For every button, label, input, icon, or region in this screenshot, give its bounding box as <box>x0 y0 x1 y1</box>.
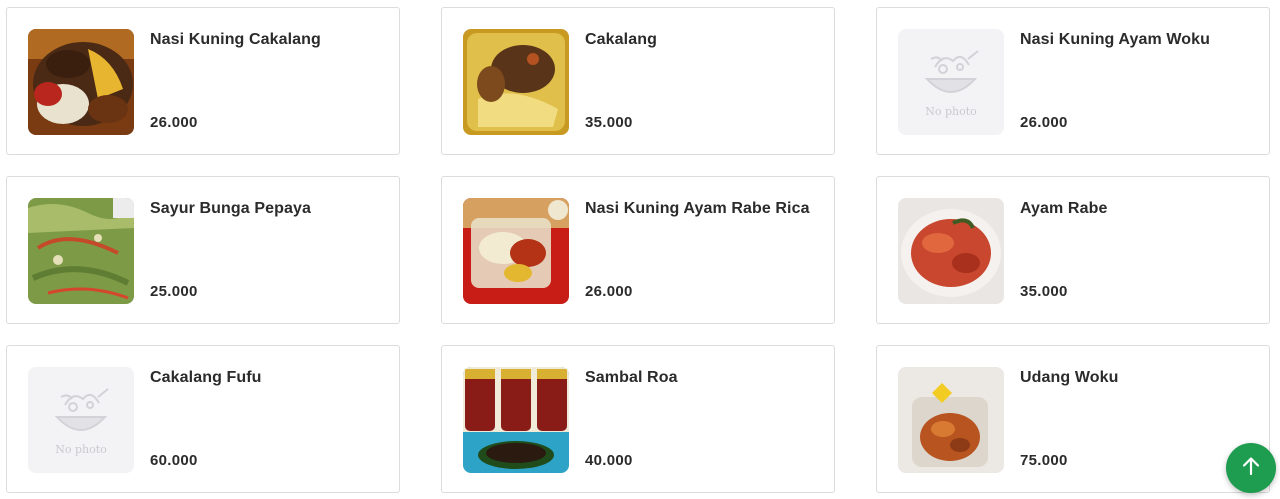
no-photo-placeholder: No photo <box>28 367 134 473</box>
product-name: Nasi Kuning Ayam Rabe Rica <box>585 200 810 217</box>
product-card[interactable]: No photo Cakalang Fufu 60.000 <box>6 345 400 493</box>
scroll-top-button[interactable] <box>1226 443 1276 493</box>
product-card[interactable]: Nasi Kuning Cakalang 26.000 <box>6 7 400 155</box>
product-image <box>28 198 134 304</box>
product-image <box>28 29 134 135</box>
product-name: Cakalang Fufu <box>150 369 262 386</box>
no-photo-placeholder: No photo <box>898 29 1004 135</box>
product-name: Cakalang <box>585 31 657 48</box>
product-name: Ayam Rabe <box>1020 200 1108 217</box>
product-price: 26.000 <box>150 114 198 131</box>
product-name: Nasi Kuning Ayam Woku <box>1020 31 1210 48</box>
product-image <box>463 367 569 473</box>
product-card[interactable]: Sayur Bunga Pepaya 25.000 <box>6 176 400 324</box>
product-price: 25.000 <box>150 283 198 300</box>
product-image <box>463 198 569 304</box>
product-card[interactable]: Nasi Kuning Ayam Rabe Rica 26.000 <box>441 176 835 324</box>
product-price: 40.000 <box>585 452 633 469</box>
product-name: Sambal Roa <box>585 369 678 386</box>
product-price: 26.000 <box>585 283 633 300</box>
product-image <box>898 367 1004 473</box>
product-card[interactable]: Ayam Rabe 35.000 <box>876 176 1270 324</box>
product-card[interactable]: Cakalang 35.000 <box>441 7 835 155</box>
placeholder-text: No photo <box>55 443 107 456</box>
product-price: 35.000 <box>585 114 633 131</box>
product-card[interactable]: Udang Woku 75.000 <box>876 345 1270 493</box>
product-name: Sayur Bunga Pepaya <box>150 200 311 217</box>
product-price: 60.000 <box>150 452 198 469</box>
product-card[interactable]: No photo Nasi Kuning Ayam Woku 26.000 <box>876 7 1270 155</box>
product-card[interactable]: Sambal Roa 40.000 <box>441 345 835 493</box>
product-price: 26.000 <box>1020 114 1068 131</box>
product-image <box>898 198 1004 304</box>
placeholder-text: No photo <box>925 105 977 118</box>
arrow-up-icon <box>1240 455 1262 482</box>
product-price: 75.000 <box>1020 452 1068 469</box>
product-image <box>463 29 569 135</box>
product-name: Udang Woku <box>1020 369 1119 386</box>
product-price: 35.000 <box>1020 283 1068 300</box>
product-name: Nasi Kuning Cakalang <box>150 31 321 48</box>
